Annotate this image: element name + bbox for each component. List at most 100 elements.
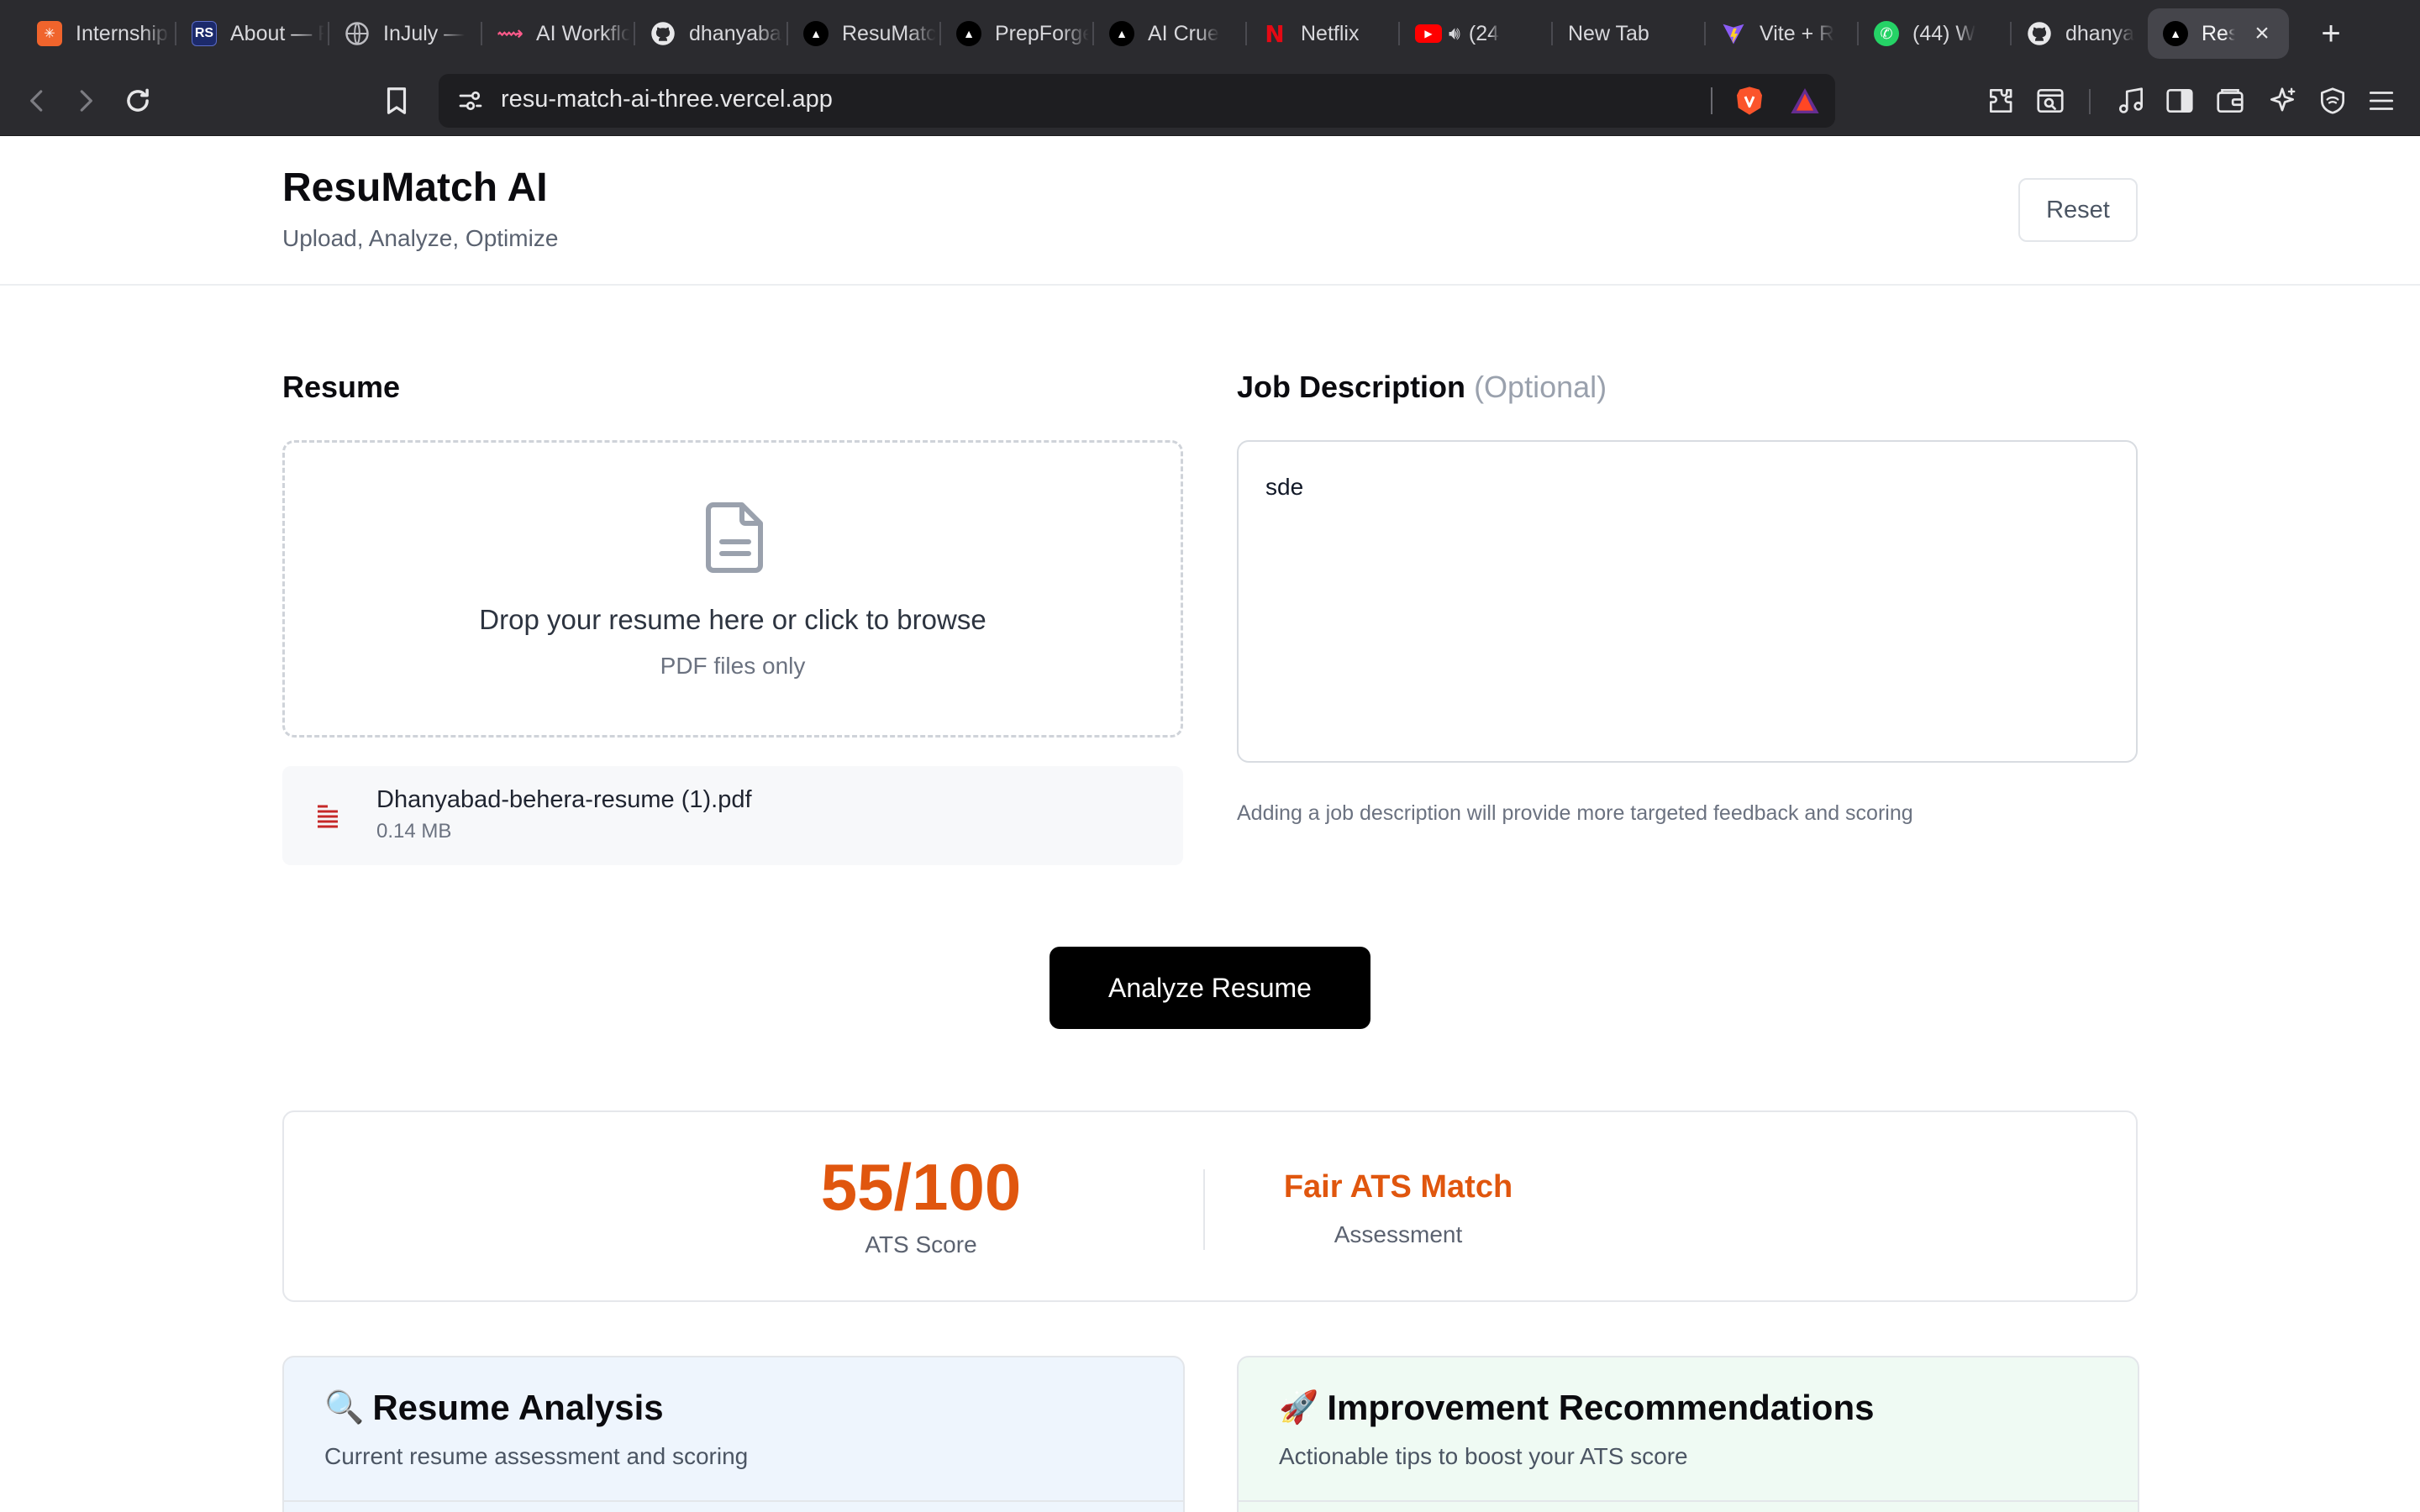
tab-netflix[interactable]: N Netflix [1247,8,1395,59]
vercel-triangle-icon: ▲ [2163,21,2188,46]
url-separator [1711,87,1712,114]
score-divider [1203,1169,1205,1250]
assessment-label: Assessment [1334,1221,1463,1247]
tab-label: Netflix [1301,21,1360,45]
extensions-puzzle-icon[interactable] [1981,81,2022,121]
ai-sparkle-icon[interactable] [2262,81,2302,121]
workflow-icon: ⟿ [497,23,523,44]
address-bar[interactable]: resu-match-ai-three.vercel.app [439,74,1835,128]
job-description-title: Job Description [1237,370,1466,404]
resume-dropzone[interactable]: Drop your resume here or click to browse… [282,440,1183,738]
bookmark-icon[interactable] [376,81,417,121]
ats-score-card: 55/100 ATS Score Fair ATS Match Assessme… [282,1110,2138,1302]
page-search-icon[interactable] [2030,81,2070,121]
tab-resumatch[interactable]: ▲ ResuMatch [788,8,936,59]
menu-hamburger-icon[interactable] [2361,81,2402,121]
dropzone-title: Drop your resume here or click to browse [479,604,986,635]
youtube-icon: ▶ [1415,24,1442,43]
tab-about[interactable]: RS About — RS [176,8,324,59]
app-header: ResuMatch AI Upload, Analyze, Optimize R… [0,136,2420,286]
tab-injuly[interactable]: InJuly — [329,8,477,59]
card-divider [1239,1500,2138,1502]
tab-youtube[interactable]: ▶ 🔊︎ (24 [1400,8,1548,59]
asterisk-icon: ✳ [37,21,62,46]
rs-logo-icon: RS [192,21,217,46]
tab-resumatch-active[interactable]: ▲ Res × [2148,8,2289,59]
speaker-icon[interactable]: 🔊︎ [1449,23,1460,45]
resume-analysis-title: 🔍 Resume Analysis [324,1388,664,1428]
media-music-icon[interactable] [2111,81,2151,121]
site-settings-icon[interactable] [455,86,486,116]
reset-button[interactable]: Reset [2018,178,2138,242]
close-tab-icon[interactable]: × [2249,20,2275,47]
tab-prepforge[interactable]: ▲ PrepForge [941,8,1089,59]
rocket-icon: 🚀 [1279,1390,1319,1425]
github-icon [2027,21,2052,46]
improvement-subtitle: Actionable tips to boost your ATS score [1279,1443,1688,1469]
tab-github-dhanyabad[interactable]: dhanyabad [635,8,783,59]
card-divider [284,1500,1183,1502]
magnifier-icon: 🔍 [324,1390,365,1425]
brave-rewards-icon[interactable] [1788,84,1822,118]
resume-analysis-heading: Resume Analysis [372,1388,664,1427]
wallet-icon[interactable] [2210,81,2250,121]
tab-label: dhanyabad [689,21,783,45]
tab-label: Internships [76,21,170,45]
ats-score-value: 55/100 [820,1150,1022,1224]
vite-logo-icon [1721,21,1746,46]
tab-label: dhanya [2065,21,2135,45]
whatsapp-icon: ✆ [1874,21,1899,46]
reload-icon[interactable] [118,81,158,121]
tab-internships[interactable]: ✳ Internships [22,8,170,59]
tab-github-dhanya[interactable]: dhanya [2012,8,2143,59]
github-icon [650,21,676,46]
resume-section-label: Resume [282,370,401,404]
tab-label: About — RS [230,21,324,45]
file-size: 0.14 MB [376,820,452,843]
app-title: ResuMatch AI [282,165,548,210]
tab-label: Res [2202,21,2235,45]
tab-whatsapp[interactable]: ✆ (44) W [1859,8,2007,59]
back-arrow-icon[interactable] [17,81,57,121]
job-description-textarea[interactable]: sde [1237,440,2138,763]
new-tab-button[interactable]: + [2309,12,2353,55]
assessment-value: Fair ATS Match [1283,1169,1513,1205]
tab-label: PrepForge [995,21,1089,45]
sidebar-toggle-icon[interactable] [2160,81,2200,121]
tab-label: AI Crue [1148,21,1219,45]
vpn-shield-icon[interactable] [2312,81,2353,121]
brave-shield-icon[interactable] [1733,84,1766,118]
tab-vite[interactable]: Vite + R [1706,8,1854,59]
toolbar-separator [2089,89,2091,114]
tab-label: Vite + R [1760,21,1835,45]
browser-toolbar: resu-match-ai-three.vercel.app [0,67,2420,136]
tab-label: AI Workflows [536,21,630,45]
forward-arrow-icon[interactable] [66,81,106,121]
analyze-resume-button[interactable]: Analyze Resume [1050,947,1370,1029]
improvement-title: 🚀 Improvement Recommendations [1279,1388,1874,1428]
job-description-help-text: Adding a job description will provide mo… [1237,801,1913,825]
tab-label: New Tab [1568,21,1649,45]
vercel-triangle-icon: ▲ [1109,21,1134,46]
tab-ai-workflows[interactable]: ⟿ AI Workflows [482,8,630,59]
vercel-triangle-icon: ▲ [956,21,981,46]
improvement-heading: Improvement Recommendations [1327,1388,1875,1427]
dropzone-subtitle: PDF files only [660,653,806,679]
document-icon [705,501,765,574]
optional-tag: (Optional) [1474,370,1607,404]
globe-icon [345,21,370,46]
tab-label: InJuly — [383,21,466,45]
resume-analysis-card: 🔍 Resume Analysis Current resume assessm… [282,1356,1185,1512]
tab-label: (24 [1468,21,1500,45]
tab-new-tab[interactable]: New Tab [1553,8,1701,59]
uploaded-file-card: Dhanyabad-behera-resume (1).pdf 0.14 MB [282,766,1183,865]
file-name: Dhanyabad-behera-resume (1).pdf [376,786,752,813]
job-description-label: Job Description (Optional) [1237,370,1607,405]
ats-score-label: ATS Score [865,1231,977,1257]
resume-analysis-subtitle: Current resume assessment and scoring [324,1443,749,1469]
tab-label: (44) W [1912,21,1975,45]
url-text: resu-match-ai-three.vercel.app [501,86,833,113]
pdf-file-icon [316,803,339,830]
netflix-logo-icon: N [1265,19,1285,48]
tab-ai-crue[interactable]: ▲ AI Crue [1094,8,1242,59]
